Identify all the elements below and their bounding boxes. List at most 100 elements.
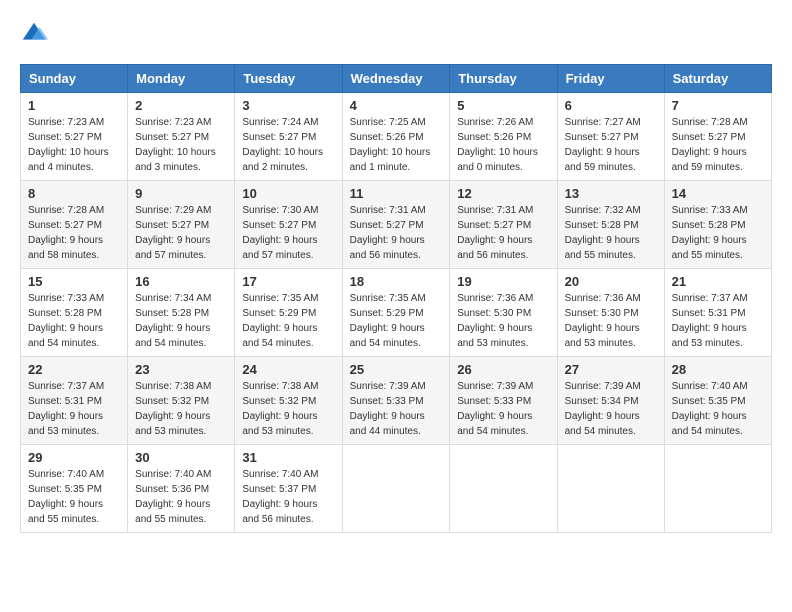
calendar-cell: 26 Sunrise: 7:39 AMSunset: 5:33 PMDaylig… [450, 357, 557, 445]
day-number: 8 [28, 186, 120, 201]
day-info: Sunrise: 7:39 AMSunset: 5:34 PMDaylight:… [565, 381, 641, 437]
page-header [20, 20, 772, 48]
logo-icon [20, 20, 48, 48]
column-header-saturday: Saturday [664, 65, 771, 93]
day-info: Sunrise: 7:24 AMSunset: 5:27 PMDaylight:… [242, 117, 323, 173]
day-info: Sunrise: 7:33 AMSunset: 5:28 PMDaylight:… [672, 205, 748, 261]
day-number: 30 [135, 450, 227, 465]
calendar-cell: 5 Sunrise: 7:26 AMSunset: 5:26 PMDayligh… [450, 93, 557, 181]
calendar-cell: 14 Sunrise: 7:33 AMSunset: 5:28 PMDaylig… [664, 181, 771, 269]
calendar-week-row: 8 Sunrise: 7:28 AMSunset: 5:27 PMDayligh… [21, 181, 772, 269]
day-info: Sunrise: 7:23 AMSunset: 5:27 PMDaylight:… [135, 117, 216, 173]
day-number: 10 [242, 186, 334, 201]
day-info: Sunrise: 7:39 AMSunset: 5:33 PMDaylight:… [350, 381, 426, 437]
calendar-cell: 30 Sunrise: 7:40 AMSunset: 5:36 PMDaylig… [128, 445, 235, 533]
day-info: Sunrise: 7:35 AMSunset: 5:29 PMDaylight:… [242, 293, 318, 349]
day-info: Sunrise: 7:31 AMSunset: 5:27 PMDaylight:… [457, 205, 533, 261]
calendar-header-row: SundayMondayTuesdayWednesdayThursdayFrid… [21, 65, 772, 93]
day-info: Sunrise: 7:32 AMSunset: 5:28 PMDaylight:… [565, 205, 641, 261]
calendar-week-row: 29 Sunrise: 7:40 AMSunset: 5:35 PMDaylig… [21, 445, 772, 533]
column-header-thursday: Thursday [450, 65, 557, 93]
day-info: Sunrise: 7:25 AMSunset: 5:26 PMDaylight:… [350, 117, 431, 173]
day-info: Sunrise: 7:36 AMSunset: 5:30 PMDaylight:… [457, 293, 533, 349]
column-header-sunday: Sunday [21, 65, 128, 93]
calendar-cell [664, 445, 771, 533]
day-info: Sunrise: 7:28 AMSunset: 5:27 PMDaylight:… [28, 205, 104, 261]
day-number: 1 [28, 98, 120, 113]
day-info: Sunrise: 7:28 AMSunset: 5:27 PMDaylight:… [672, 117, 748, 173]
day-info: Sunrise: 7:27 AMSunset: 5:27 PMDaylight:… [565, 117, 641, 173]
day-number: 26 [457, 362, 549, 377]
day-number: 5 [457, 98, 549, 113]
day-number: 14 [672, 186, 764, 201]
calendar-cell: 29 Sunrise: 7:40 AMSunset: 5:35 PMDaylig… [21, 445, 128, 533]
day-number: 11 [350, 186, 443, 201]
calendar-cell: 25 Sunrise: 7:39 AMSunset: 5:33 PMDaylig… [342, 357, 450, 445]
day-info: Sunrise: 7:30 AMSunset: 5:27 PMDaylight:… [242, 205, 318, 261]
calendar-cell: 21 Sunrise: 7:37 AMSunset: 5:31 PMDaylig… [664, 269, 771, 357]
calendar-cell: 11 Sunrise: 7:31 AMSunset: 5:27 PMDaylig… [342, 181, 450, 269]
day-info: Sunrise: 7:36 AMSunset: 5:30 PMDaylight:… [565, 293, 641, 349]
day-number: 19 [457, 274, 549, 289]
day-number: 24 [242, 362, 334, 377]
day-number: 3 [242, 98, 334, 113]
day-info: Sunrise: 7:23 AMSunset: 5:27 PMDaylight:… [28, 117, 109, 173]
calendar-cell: 22 Sunrise: 7:37 AMSunset: 5:31 PMDaylig… [21, 357, 128, 445]
day-number: 7 [672, 98, 764, 113]
day-info: Sunrise: 7:34 AMSunset: 5:28 PMDaylight:… [135, 293, 211, 349]
day-info: Sunrise: 7:40 AMSunset: 5:36 PMDaylight:… [135, 469, 211, 525]
day-number: 17 [242, 274, 334, 289]
calendar-cell: 12 Sunrise: 7:31 AMSunset: 5:27 PMDaylig… [450, 181, 557, 269]
calendar-cell: 31 Sunrise: 7:40 AMSunset: 5:37 PMDaylig… [235, 445, 342, 533]
calendar-cell: 7 Sunrise: 7:28 AMSunset: 5:27 PMDayligh… [664, 93, 771, 181]
calendar-week-row: 22 Sunrise: 7:37 AMSunset: 5:31 PMDaylig… [21, 357, 772, 445]
day-number: 9 [135, 186, 227, 201]
day-number: 31 [242, 450, 334, 465]
calendar-cell: 20 Sunrise: 7:36 AMSunset: 5:30 PMDaylig… [557, 269, 664, 357]
calendar-table: SundayMondayTuesdayWednesdayThursdayFrid… [20, 64, 772, 533]
day-number: 28 [672, 362, 764, 377]
calendar-cell: 19 Sunrise: 7:36 AMSunset: 5:30 PMDaylig… [450, 269, 557, 357]
day-info: Sunrise: 7:31 AMSunset: 5:27 PMDaylight:… [350, 205, 426, 261]
calendar-cell: 10 Sunrise: 7:30 AMSunset: 5:27 PMDaylig… [235, 181, 342, 269]
day-number: 22 [28, 362, 120, 377]
day-number: 23 [135, 362, 227, 377]
column-header-monday: Monday [128, 65, 235, 93]
calendar-cell: 8 Sunrise: 7:28 AMSunset: 5:27 PMDayligh… [21, 181, 128, 269]
day-number: 18 [350, 274, 443, 289]
calendar-cell: 9 Sunrise: 7:29 AMSunset: 5:27 PMDayligh… [128, 181, 235, 269]
calendar-cell: 1 Sunrise: 7:23 AMSunset: 5:27 PMDayligh… [21, 93, 128, 181]
calendar-cell: 24 Sunrise: 7:38 AMSunset: 5:32 PMDaylig… [235, 357, 342, 445]
calendar-cell: 23 Sunrise: 7:38 AMSunset: 5:32 PMDaylig… [128, 357, 235, 445]
calendar-cell [557, 445, 664, 533]
calendar-cell [450, 445, 557, 533]
day-number: 6 [565, 98, 657, 113]
day-number: 13 [565, 186, 657, 201]
calendar-cell: 28 Sunrise: 7:40 AMSunset: 5:35 PMDaylig… [664, 357, 771, 445]
day-number: 16 [135, 274, 227, 289]
calendar-cell: 27 Sunrise: 7:39 AMSunset: 5:34 PMDaylig… [557, 357, 664, 445]
calendar-cell: 18 Sunrise: 7:35 AMSunset: 5:29 PMDaylig… [342, 269, 450, 357]
day-number: 15 [28, 274, 120, 289]
day-number: 2 [135, 98, 227, 113]
day-info: Sunrise: 7:26 AMSunset: 5:26 PMDaylight:… [457, 117, 538, 173]
calendar-cell: 15 Sunrise: 7:33 AMSunset: 5:28 PMDaylig… [21, 269, 128, 357]
calendar-cell: 3 Sunrise: 7:24 AMSunset: 5:27 PMDayligh… [235, 93, 342, 181]
day-number: 25 [350, 362, 443, 377]
column-header-tuesday: Tuesday [235, 65, 342, 93]
day-info: Sunrise: 7:29 AMSunset: 5:27 PMDaylight:… [135, 205, 211, 261]
calendar-week-row: 1 Sunrise: 7:23 AMSunset: 5:27 PMDayligh… [21, 93, 772, 181]
calendar-cell: 13 Sunrise: 7:32 AMSunset: 5:28 PMDaylig… [557, 181, 664, 269]
logo [20, 20, 52, 48]
calendar-cell [342, 445, 450, 533]
calendar-cell: 16 Sunrise: 7:34 AMSunset: 5:28 PMDaylig… [128, 269, 235, 357]
column-header-friday: Friday [557, 65, 664, 93]
column-header-wednesday: Wednesday [342, 65, 450, 93]
day-number: 20 [565, 274, 657, 289]
day-info: Sunrise: 7:38 AMSunset: 5:32 PMDaylight:… [135, 381, 211, 437]
day-number: 21 [672, 274, 764, 289]
day-info: Sunrise: 7:38 AMSunset: 5:32 PMDaylight:… [242, 381, 318, 437]
day-info: Sunrise: 7:39 AMSunset: 5:33 PMDaylight:… [457, 381, 533, 437]
calendar-cell: 6 Sunrise: 7:27 AMSunset: 5:27 PMDayligh… [557, 93, 664, 181]
day-info: Sunrise: 7:40 AMSunset: 5:35 PMDaylight:… [28, 469, 104, 525]
